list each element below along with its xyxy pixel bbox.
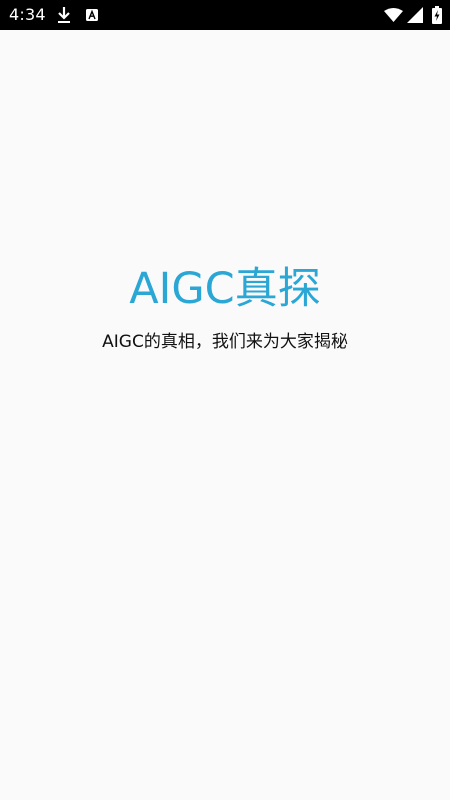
status-time: 4:34 <box>9 5 46 24</box>
download-icon <box>58 7 70 23</box>
cell-signal-icon <box>407 7 423 23</box>
app-title: AIGC真探 <box>129 264 321 314</box>
app-subtitle: AIGC的真相，我们来为大家揭秘 <box>102 332 348 352</box>
wifi-icon <box>384 8 403 22</box>
status-bar: 4:34 <box>0 0 450 30</box>
battery-charging-icon <box>432 6 442 24</box>
a-badge-icon <box>86 9 98 21</box>
splash-screen: AIGC真探 AIGC的真相，我们来为大家揭秘 <box>0 30 450 800</box>
app-screen: 4:34 AIGC真探 AIGC的真相，我们来为大家揭秘 <box>0 0 450 800</box>
